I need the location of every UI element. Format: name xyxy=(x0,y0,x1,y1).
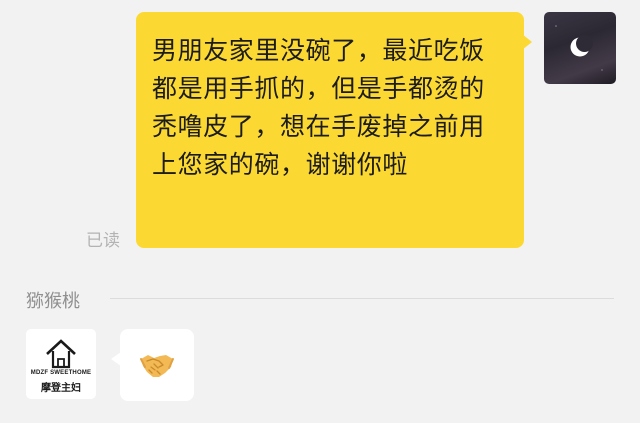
crescent-moon-night-sky-icon xyxy=(555,25,603,71)
sender-name: 猕猴桃 xyxy=(26,291,80,312)
outgoing-bubble-tail xyxy=(522,34,532,50)
outgoing-message-bubble[interactable]: 男朋友家里没碗了，最近吃饭都是用手抓的，但是手都烫的秃噜皮了，想在手废掉之前用上… xyxy=(136,12,524,248)
sender-divider xyxy=(110,298,614,299)
incoming-message-bubble[interactable] xyxy=(120,329,194,401)
outgoing-message-text: 男朋友家里没碗了，最近吃饭都是用手抓的，但是手都烫的秃噜皮了，想在手废掉之前用上… xyxy=(152,36,485,179)
logo-brand-cn: 摩登主妇 xyxy=(41,383,81,394)
handshake-emoji-icon xyxy=(140,355,174,377)
read-status-label: 已读 xyxy=(86,231,120,251)
sender-avatar[interactable]: MDZF SWEETHOME 摩登主妇 xyxy=(26,329,96,399)
logo-brand-en: MDZF SWEETHOME xyxy=(30,370,92,376)
house-logo-icon xyxy=(46,339,76,369)
self-avatar[interactable] xyxy=(544,12,616,84)
